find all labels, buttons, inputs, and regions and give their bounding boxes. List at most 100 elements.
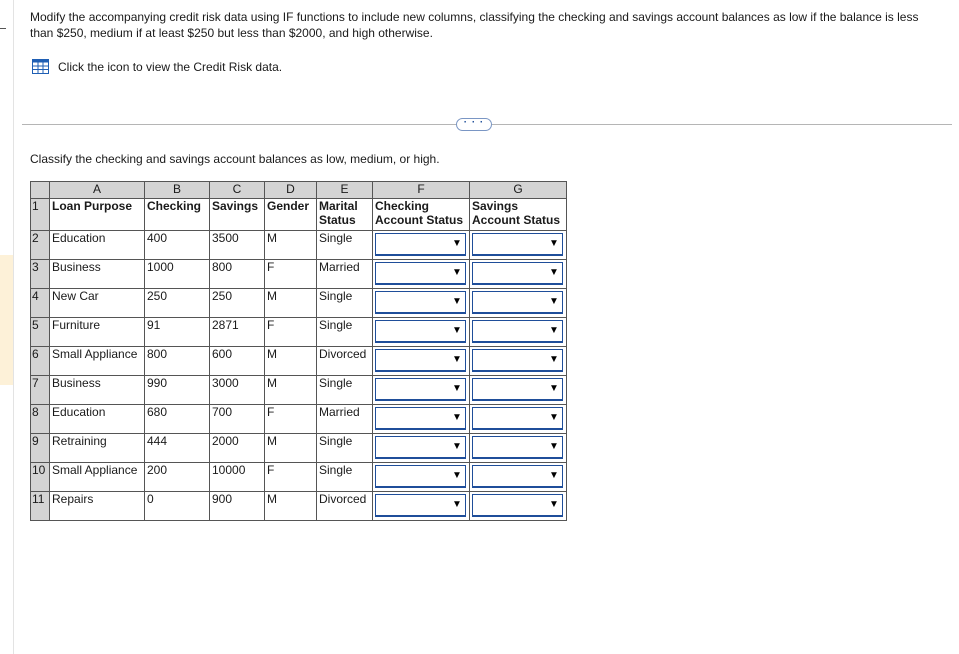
cell-loan-purpose: Furniture bbox=[49, 317, 145, 347]
cell-gender: M bbox=[264, 288, 317, 318]
row-number: 11 bbox=[30, 491, 50, 521]
savings-status-dropdown[interactable]: ▼ bbox=[472, 320, 563, 343]
dropdown-arrow-icon[interactable]: ▼ bbox=[546, 321, 562, 341]
cell-savings: 700 bbox=[209, 404, 265, 434]
savings-status-dropdown[interactable]: ▼ bbox=[472, 407, 563, 430]
dropdown-arrow-icon[interactable]: ▼ bbox=[546, 495, 562, 515]
left-margin-rule bbox=[13, 0, 14, 654]
dropdown-arrow-icon[interactable]: ▼ bbox=[546, 379, 562, 399]
dropdown-value bbox=[376, 234, 449, 254]
savings-status-dropdown[interactable]: ▼ bbox=[472, 291, 563, 314]
status-cell: ▼ bbox=[469, 230, 567, 260]
cell-marital-status: Single bbox=[316, 375, 373, 405]
dropdown-arrow-icon[interactable]: ▼ bbox=[546, 408, 562, 428]
cell-loan-purpose: Education bbox=[49, 230, 145, 260]
status-cell: ▼ bbox=[469, 375, 567, 405]
dropdown-arrow-icon[interactable]: ▼ bbox=[449, 466, 465, 486]
status-cell: ▼ bbox=[372, 462, 470, 492]
savings-status-dropdown[interactable]: ▼ bbox=[472, 465, 563, 488]
table-row: 8 Education 680 700 F Married ▼ ▼ bbox=[30, 404, 567, 434]
cell-loan-purpose: Education bbox=[49, 404, 145, 434]
dropdown-arrow-icon[interactable]: ▼ bbox=[449, 495, 465, 515]
dropdown-arrow-icon[interactable]: ▼ bbox=[449, 321, 465, 341]
row-number: 5 bbox=[30, 317, 50, 347]
cell-marital-status: Divorced bbox=[316, 491, 373, 521]
dropdown-value bbox=[473, 408, 546, 428]
dropdown-arrow-icon[interactable]: ▼ bbox=[449, 263, 465, 283]
dropdown-value bbox=[473, 292, 546, 312]
checking-status-dropdown[interactable]: ▼ bbox=[375, 465, 466, 488]
cell-gender: M bbox=[264, 491, 317, 521]
status-cell: ▼ bbox=[372, 375, 470, 405]
status-cell: ▼ bbox=[469, 317, 567, 347]
dropdown-arrow-icon[interactable]: ▼ bbox=[449, 350, 465, 370]
status-cell: ▼ bbox=[469, 491, 567, 521]
checking-status-dropdown[interactable]: ▼ bbox=[375, 291, 466, 314]
spreadsheet-grid-icon[interactable] bbox=[32, 59, 49, 74]
cell-savings: 3000 bbox=[209, 375, 265, 405]
col-letter-c: C bbox=[209, 181, 265, 199]
status-cell: ▼ bbox=[372, 259, 470, 289]
status-cell: ▼ bbox=[372, 230, 470, 260]
savings-status-dropdown[interactable]: ▼ bbox=[472, 494, 563, 517]
status-cell: ▼ bbox=[469, 346, 567, 376]
status-cell: ▼ bbox=[469, 259, 567, 289]
checking-status-dropdown[interactable]: ▼ bbox=[375, 233, 466, 256]
table-row: 2 Education 400 3500 M Single ▼ ▼ bbox=[30, 230, 567, 260]
savings-status-dropdown[interactable]: ▼ bbox=[472, 378, 563, 401]
cell-checking: 680 bbox=[144, 404, 210, 434]
dropdown-value bbox=[376, 292, 449, 312]
dropdown-arrow-icon[interactable]: ▼ bbox=[546, 437, 562, 457]
header-savings-account-status: Savings Account Status bbox=[469, 198, 567, 231]
dropdown-arrow-icon[interactable]: ▼ bbox=[449, 408, 465, 428]
savings-status-dropdown[interactable]: ▼ bbox=[472, 233, 563, 256]
checking-status-dropdown[interactable]: ▼ bbox=[375, 320, 466, 343]
table-row: 9 Retraining 444 2000 M Single ▼ ▼ bbox=[30, 433, 567, 463]
dropdown-arrow-icon[interactable]: ▼ bbox=[449, 234, 465, 254]
checking-status-dropdown[interactable]: ▼ bbox=[375, 378, 466, 401]
question-prompt: Classify the checking and savings accoun… bbox=[30, 152, 440, 166]
dropdown-arrow-icon[interactable]: ▼ bbox=[546, 350, 562, 370]
data-link-label[interactable]: Click the icon to view the Credit Risk d… bbox=[58, 60, 282, 74]
cell-savings: 900 bbox=[209, 491, 265, 521]
status-cell: ▼ bbox=[372, 433, 470, 463]
dropdown-arrow-icon[interactable]: ▼ bbox=[546, 263, 562, 283]
dropdown-value bbox=[473, 495, 546, 515]
credit-risk-data-link[interactable]: Click the icon to view the Credit Risk d… bbox=[32, 59, 282, 74]
table-row: 3 Business 1000 800 F Married ▼ ▼ bbox=[30, 259, 567, 289]
checking-status-dropdown[interactable]: ▼ bbox=[375, 349, 466, 372]
checking-status-dropdown[interactable]: ▼ bbox=[375, 494, 466, 517]
cell-loan-purpose: Repairs bbox=[49, 491, 145, 521]
col-letter-e: E bbox=[316, 181, 373, 199]
checking-status-dropdown[interactable]: ▼ bbox=[375, 436, 466, 459]
col-letter-a: A bbox=[49, 181, 145, 199]
cell-savings: 2000 bbox=[209, 433, 265, 463]
dropdown-arrow-icon[interactable]: ▼ bbox=[449, 379, 465, 399]
dropdown-value bbox=[473, 350, 546, 370]
dropdown-arrow-icon[interactable]: ▼ bbox=[546, 466, 562, 486]
cell-savings: 600 bbox=[209, 346, 265, 376]
cell-savings: 2871 bbox=[209, 317, 265, 347]
status-cell: ▼ bbox=[372, 288, 470, 318]
savings-status-dropdown[interactable]: ▼ bbox=[472, 436, 563, 459]
dropdown-value bbox=[473, 466, 546, 486]
cell-checking: 250 bbox=[144, 288, 210, 318]
savings-status-dropdown[interactable]: ▼ bbox=[472, 262, 563, 285]
header-checking: Checking bbox=[144, 198, 210, 231]
dropdown-value bbox=[473, 437, 546, 457]
dropdown-value bbox=[376, 495, 449, 515]
cell-checking: 990 bbox=[144, 375, 210, 405]
dropdown-arrow-icon[interactable]: ▼ bbox=[546, 292, 562, 312]
dropdown-value bbox=[376, 321, 449, 341]
cell-loan-purpose: Retraining bbox=[49, 433, 145, 463]
dropdown-arrow-icon[interactable]: ▼ bbox=[449, 292, 465, 312]
table-row: 11 Repairs 0 900 M Divorced ▼ ▼ bbox=[30, 491, 567, 521]
cell-marital-status: Single bbox=[316, 433, 373, 463]
checking-status-dropdown[interactable]: ▼ bbox=[375, 262, 466, 285]
more-button[interactable]: · · · bbox=[456, 118, 492, 131]
checking-status-dropdown[interactable]: ▼ bbox=[375, 407, 466, 430]
corner-cell bbox=[30, 181, 50, 199]
dropdown-arrow-icon[interactable]: ▼ bbox=[546, 234, 562, 254]
dropdown-arrow-icon[interactable]: ▼ bbox=[449, 437, 465, 457]
savings-status-dropdown[interactable]: ▼ bbox=[472, 349, 563, 372]
